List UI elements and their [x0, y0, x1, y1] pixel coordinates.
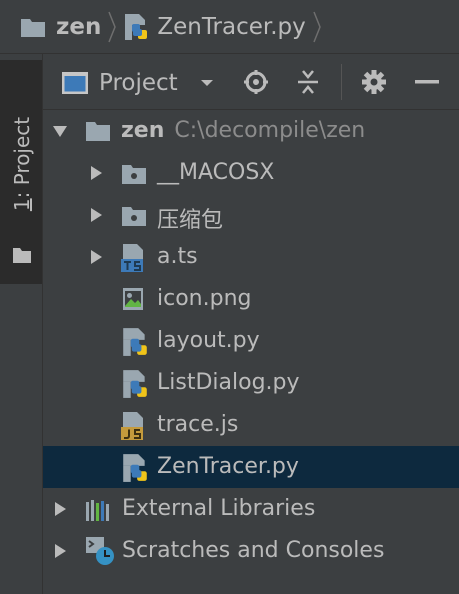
- tree-item-label: layout.py: [157, 328, 260, 353]
- settings-button[interactable]: [360, 68, 388, 96]
- chevron-right-icon: [107, 10, 117, 44]
- project-panel: Project zen C:\decompile\zen __MACOSX 压缩…: [43, 54, 459, 594]
- tree-item-archive-folder[interactable]: 压缩包: [43, 194, 459, 236]
- python-file-icon: [123, 454, 147, 482]
- view-selector-label: Project: [99, 70, 178, 96]
- javascript-file-icon: [121, 412, 143, 440]
- chevron-right-icon[interactable]: [52, 501, 68, 517]
- breadcrumb-project-label: zen: [56, 13, 102, 40]
- python-file-icon: [123, 328, 147, 356]
- chevron-down-icon[interactable]: [52, 123, 68, 139]
- project-tab-label: 1: Project: [10, 116, 34, 212]
- folder-icon: [86, 122, 110, 141]
- breadcrumb-file[interactable]: ZenTracer.py: [123, 13, 306, 41]
- tree-root-path: C:\decompile\zen: [174, 118, 366, 143]
- chevron-down-icon: [200, 80, 213, 86]
- tree-item-a-ts[interactable]: a.ts: [43, 236, 459, 278]
- tree-item-label: ZenTracer.py: [157, 454, 299, 479]
- project-view-icon: [62, 72, 88, 94]
- collapse-all-icon: [298, 70, 318, 94]
- typescript-file-icon: [121, 244, 143, 272]
- minimize-icon: [415, 80, 439, 84]
- tree-external-libraries[interactable]: External Libraries: [43, 488, 459, 530]
- tree-item-label: 压缩包: [157, 208, 224, 233]
- crosshair-icon: [244, 70, 268, 94]
- view-selector[interactable]: Project: [61, 66, 214, 100]
- tree-item-macosx[interactable]: __MACOSX: [43, 152, 459, 194]
- folder-icon: [122, 207, 146, 226]
- chevron-right-icon: [312, 10, 322, 44]
- locate-file-button[interactable]: [242, 68, 270, 96]
- chevron-right-icon[interactable]: [88, 207, 104, 223]
- tool-window-strip: 1: Project: [0, 54, 43, 594]
- project-tool-window-tab[interactable]: 1: Project: [0, 60, 43, 284]
- folder-icon: [21, 18, 45, 37]
- library-icon: [86, 500, 109, 521]
- tree-item-listdialog-py[interactable]: ListDialog.py: [43, 362, 459, 404]
- tree-root-label: zen C:\decompile\zen: [121, 118, 366, 143]
- scratches-clock-icon: [86, 537, 114, 565]
- chevron-right-icon[interactable]: [88, 165, 104, 181]
- tree-item-layout-py[interactable]: layout.py: [43, 320, 459, 362]
- python-file-icon: [123, 370, 147, 398]
- breadcrumb-file-label: ZenTracer.py: [157, 13, 306, 40]
- chevron-right-icon[interactable]: [52, 543, 68, 559]
- tree-item-zentracer-py[interactable]: ZenTracer.py: [43, 446, 459, 488]
- breadcrumb-project[interactable]: zen: [20, 14, 101, 40]
- hide-panel-button[interactable]: [413, 68, 441, 96]
- breadcrumb: zen ZenTracer.py: [0, 0, 459, 54]
- tree-item-label: a.ts: [157, 244, 198, 269]
- panel-toolbar: Project: [43, 54, 459, 110]
- tree-item-label: ListDialog.py: [157, 370, 300, 395]
- folder-icon: [13, 248, 31, 263]
- tree-item-label: trace.js: [157, 412, 239, 437]
- tree-item-trace-js[interactable]: trace.js: [43, 404, 459, 446]
- tree-item-icon-png[interactable]: icon.png: [43, 278, 459, 320]
- tree-root-zen[interactable]: zen C:\decompile\zen: [43, 110, 459, 152]
- tree-external-libraries-label: External Libraries: [122, 496, 316, 521]
- folder-icon: [122, 165, 146, 184]
- gear-icon: [362, 70, 386, 94]
- tree-scratches-label: Scratches and Consoles: [122, 538, 385, 563]
- chevron-right-icon[interactable]: [88, 249, 104, 265]
- image-file-icon: [123, 288, 143, 310]
- tree-scratches-consoles[interactable]: Scratches and Consoles: [43, 530, 459, 572]
- collapse-all-button[interactable]: [294, 68, 322, 96]
- tree-item-label: __MACOSX: [157, 160, 275, 185]
- tree-item-label: icon.png: [157, 286, 252, 311]
- toolbar-divider: [341, 64, 342, 100]
- python-file-icon: [125, 13, 148, 40]
